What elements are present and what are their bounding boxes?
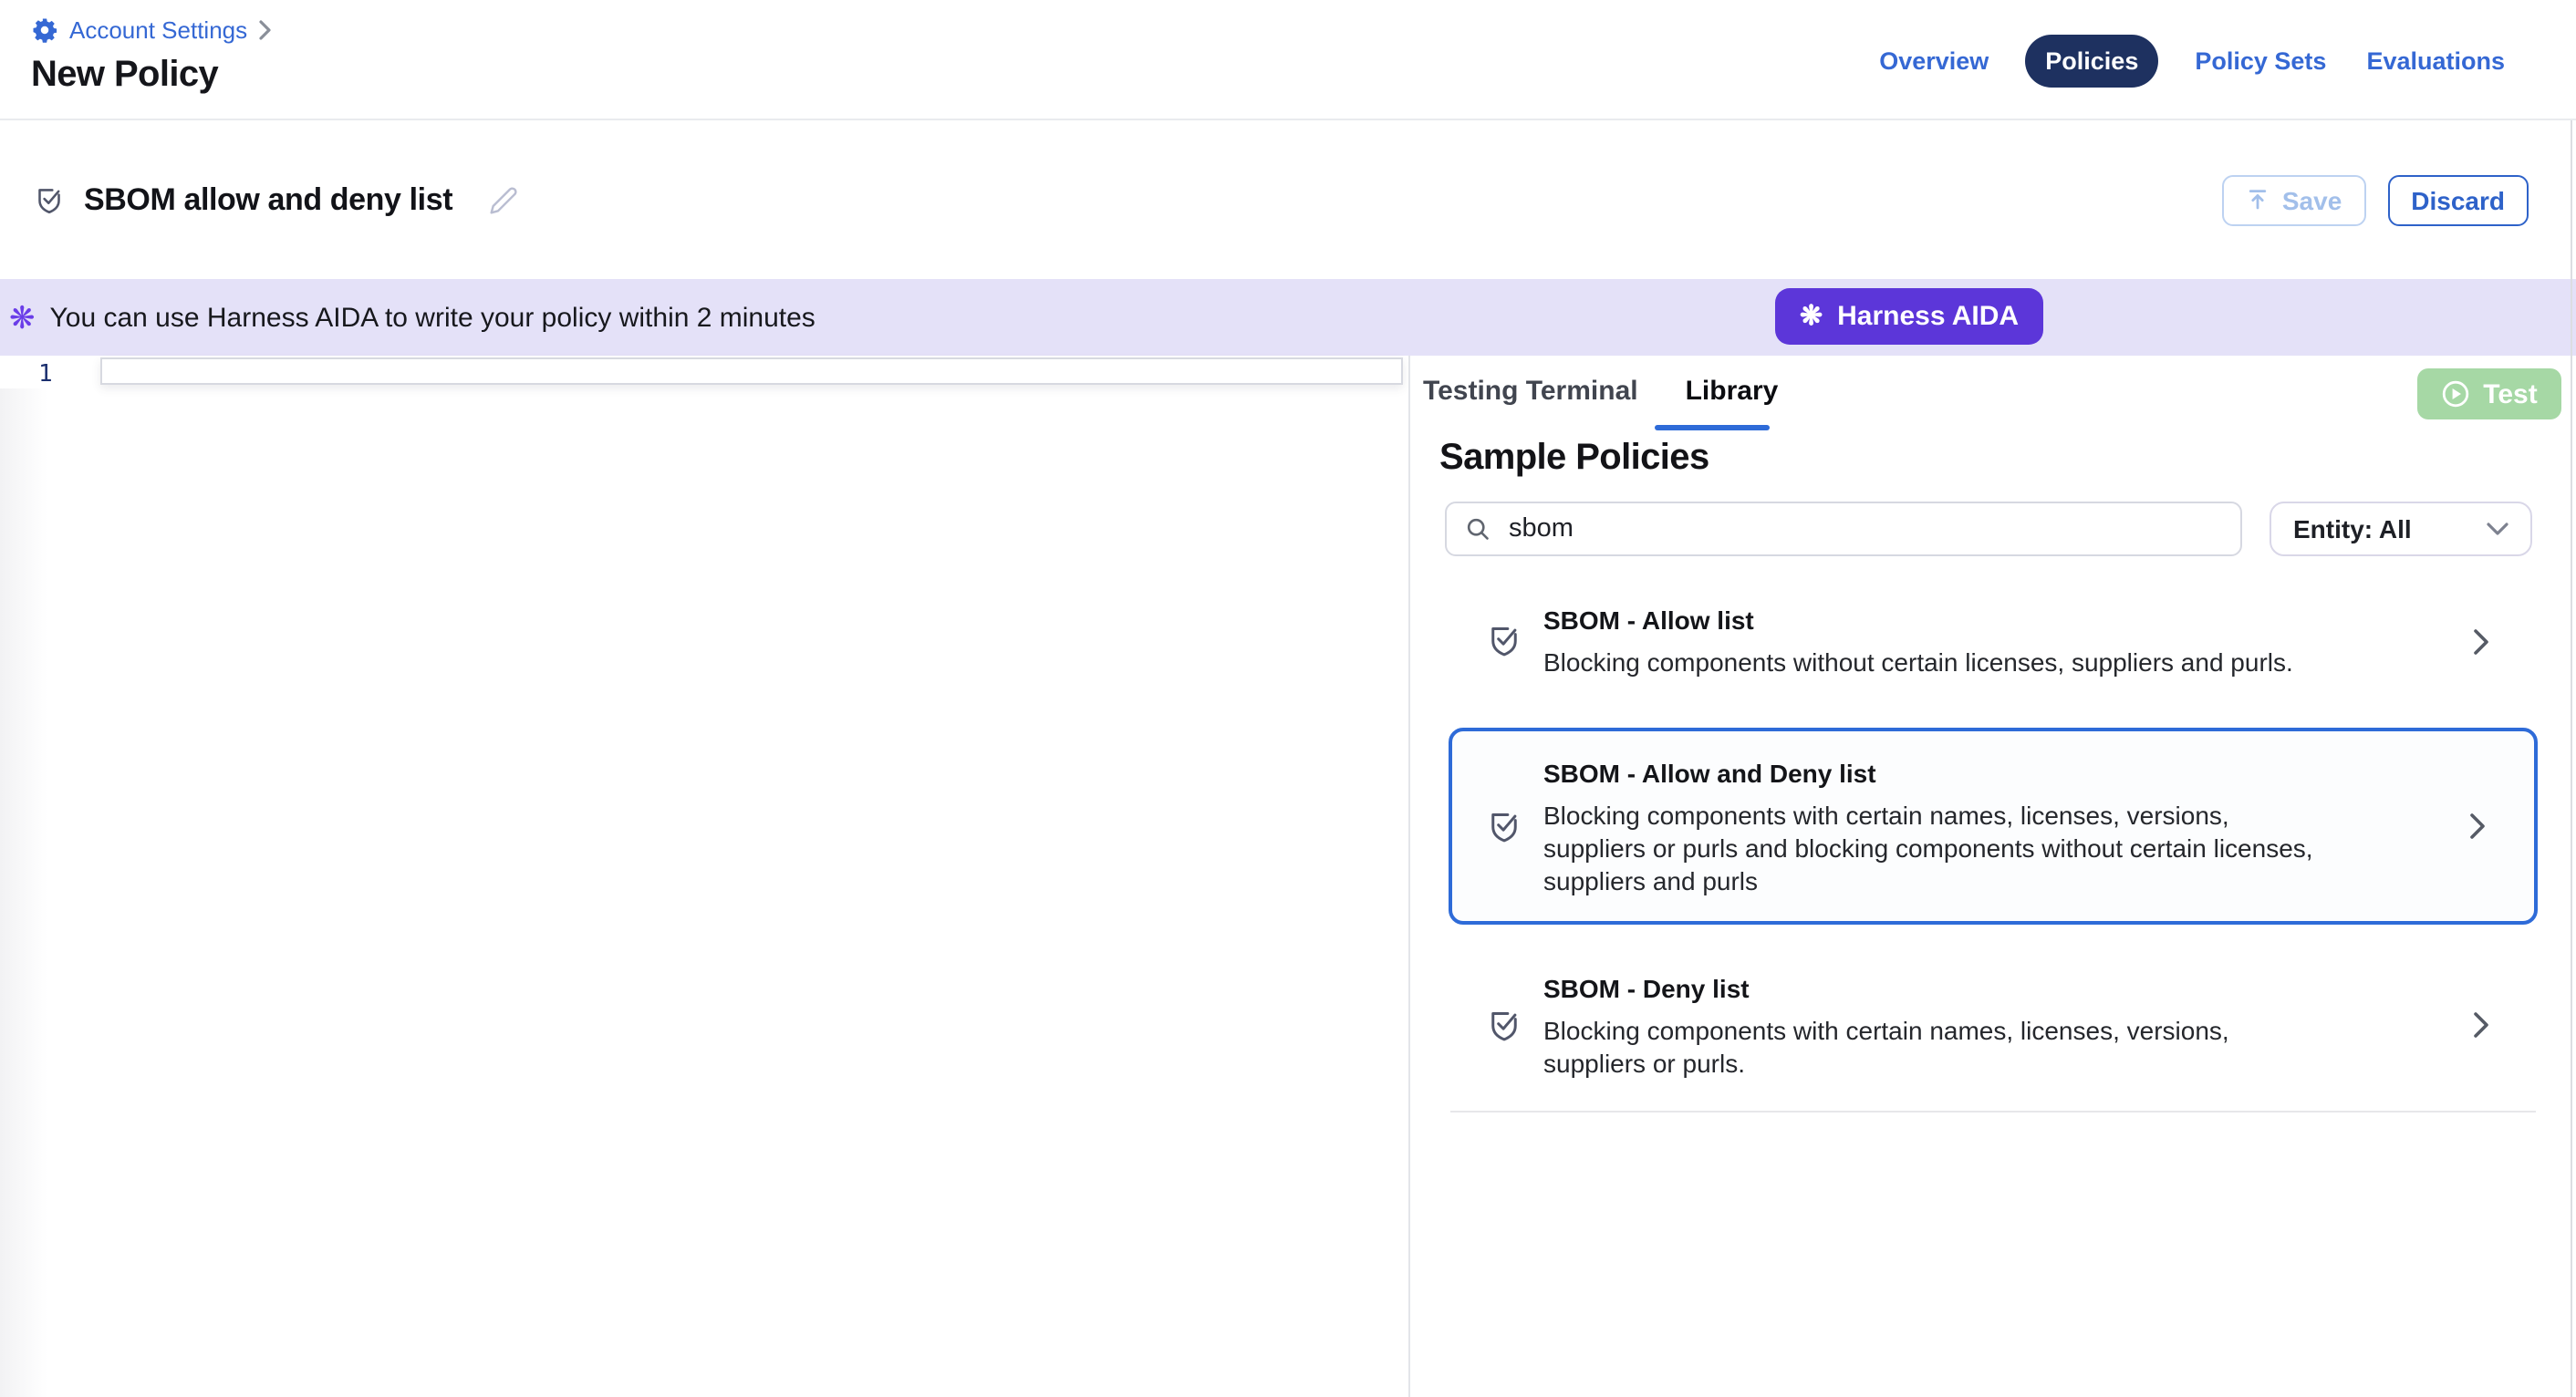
policy-card-description: Blocking components with certain names, … [1543,1013,2317,1079]
policy-card-text: SBOM - Allow list Blocking components wi… [1543,604,2293,678]
sample-policies-heading: Sample Policies [1439,436,1709,480]
entity-filter-dropdown[interactable]: Entity: All [2270,502,2532,556]
policy-bar: SBOM allow and deny list Save Discard [0,120,2576,279]
chevron-right-icon [2472,626,2490,656]
upload-icon [2246,188,2270,212]
save-button[interactable]: Save [2222,174,2365,225]
harness-aida-label: Harness AIDA [1837,301,2019,332]
entity-filter-label: Entity: All [2293,514,2412,543]
policy-name: SBOM allow and deny list [84,181,452,218]
aida-banner: ❋ You can use Harness AIDA to write your… [0,279,2576,356]
search-icon [1465,516,1491,542]
policy-card-allow-list[interactable]: SBOM - Allow list Blocking components wi… [1449,589,2538,693]
search-input[interactable] [1445,502,2242,556]
play-circle-icon [2441,379,2470,409]
policy-card-text: SBOM - Deny list Blocking components wit… [1543,971,2317,1079]
shield-check-icon [1485,1006,1523,1044]
discard-label: Discard [2411,185,2505,214]
tab-testing-terminal[interactable]: Testing Terminal [1423,374,1638,410]
editor-line-number: 1 [38,361,53,388]
policy-search [1445,502,2242,556]
active-tab-indicator [1655,425,1770,430]
tab-policies[interactable]: Policies [2025,34,2158,87]
policy-card-allow-and-deny-list[interactable]: SBOM - Allow and Deny list Blocking comp… [1449,728,2538,925]
discard-button[interactable]: Discard [2387,174,2529,225]
header: Account Settings New Policy Overview Pol… [0,0,2576,120]
app-window: Account Settings New Policy Overview Pol… [0,0,2576,1397]
policy-name-group: SBOM allow and deny list [33,120,518,279]
policy-card-text: SBOM - Allow and Deny list Blocking comp… [1543,756,2317,896]
policy-card-title: SBOM - Allow and Deny list [1543,756,2317,791]
gear-icon [31,16,58,44]
policy-card-description: Blocking components without certain lice… [1543,646,2293,678]
policy-actions: Save Discard [2222,120,2529,279]
shield-check-icon [33,183,66,216]
breadcrumb: Account Settings [31,16,271,44]
policy-card-description: Blocking components with certain names, … [1543,798,2317,896]
chevron-right-icon [2472,1010,2490,1040]
tab-overview[interactable]: Overview [1875,36,1992,85]
shield-check-icon [1485,622,1523,660]
main-area: 1 Testing Terminal Library Test Sample P… [0,356,2576,1397]
tab-policy-sets[interactable]: Policy Sets [2191,36,2330,85]
breadcrumb-account-settings-link[interactable]: Account Settings [31,16,247,44]
library-panel: Testing Terminal Library Test Sample Pol… [1410,356,2576,1397]
test-button[interactable]: Test [2417,368,2561,419]
tab-evaluations[interactable]: Evaluations [2363,36,2508,85]
edit-pencil-icon[interactable] [489,185,518,214]
policy-card-title: SBOM - Deny list [1543,971,2317,1006]
breadcrumb-chevron-icon [258,20,271,40]
list-divider [1450,1111,2536,1112]
policy-card-deny-list[interactable]: SBOM - Deny list Blocking components wit… [1449,968,2538,1081]
aida-sparkle-icon: ❋ [1800,303,1823,330]
top-nav: Overview Policies Policy Sets Evaluation… [1875,0,2508,120]
tab-library[interactable]: Library [1686,374,1779,410]
aida-banner-message: You can use Harness AIDA to write your p… [50,302,815,333]
shield-check-icon [1485,807,1523,845]
aida-sparkle-icon: ❋ [9,302,36,333]
editor-active-line[interactable] [100,357,1403,385]
chevron-down-icon [2487,522,2508,536]
breadcrumb-label: Account Settings [69,16,247,44]
scrollbar-track[interactable] [2571,120,2572,1397]
harness-aida-button[interactable]: ❋ Harness AIDA [1775,288,2043,345]
policy-card-title: SBOM - Allow list [1543,604,2293,638]
save-label: Save [2282,185,2342,214]
page-title: New Policy [31,55,218,97]
test-label: Test [2483,378,2537,409]
code-editor[interactable]: 1 [0,356,1408,1397]
chevron-right-icon [2468,812,2487,841]
panel-tabs: Testing Terminal Library [1423,374,1778,410]
